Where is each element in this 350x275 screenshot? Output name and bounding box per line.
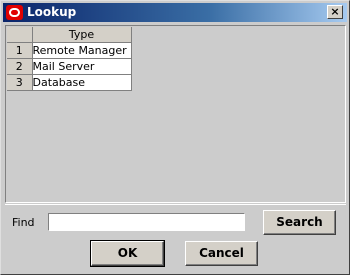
divider xyxy=(5,204,346,205)
table-header-row: Type xyxy=(7,27,132,43)
lookup-dialog: Lookup × Type 1 Remote Manager 2 Mail Se… xyxy=(0,0,350,275)
close-button[interactable]: × xyxy=(327,5,343,19)
title-bar[interactable]: Lookup × xyxy=(3,3,347,22)
type-cell[interactable]: Remote Manager xyxy=(32,42,132,59)
type-cell[interactable]: Mail Server xyxy=(32,58,132,75)
row-number: 3 xyxy=(7,74,33,91)
search-button[interactable]: Search xyxy=(263,210,336,235)
row-number: 2 xyxy=(7,58,33,75)
cancel-button-label: Cancel xyxy=(199,246,244,260)
table-row[interactable]: 1 Remote Manager xyxy=(7,42,132,59)
column-header-type[interactable]: Type xyxy=(32,27,132,43)
window-title: Lookup xyxy=(27,5,77,19)
table-corner-cell xyxy=(7,27,33,43)
table-row[interactable]: 2 Mail Server xyxy=(7,58,132,75)
type-cell[interactable]: Database xyxy=(32,74,132,91)
search-button-label: Search xyxy=(276,215,323,229)
ok-button-label: OK xyxy=(117,246,138,260)
row-number: 1 xyxy=(7,42,33,59)
table-row[interactable]: 3 Database xyxy=(7,74,132,91)
ok-button[interactable]: OK xyxy=(90,240,165,267)
oracle-logo-icon xyxy=(6,5,23,20)
find-input[interactable] xyxy=(48,213,245,231)
close-icon: × xyxy=(330,5,340,18)
cancel-button[interactable]: Cancel xyxy=(185,241,258,266)
find-label: Find xyxy=(12,216,35,229)
results-grid-panel[interactable]: Type 1 Remote Manager 2 Mail Server 3 Da… xyxy=(5,25,346,203)
results-table: Type 1 Remote Manager 2 Mail Server 3 Da… xyxy=(7,27,132,91)
